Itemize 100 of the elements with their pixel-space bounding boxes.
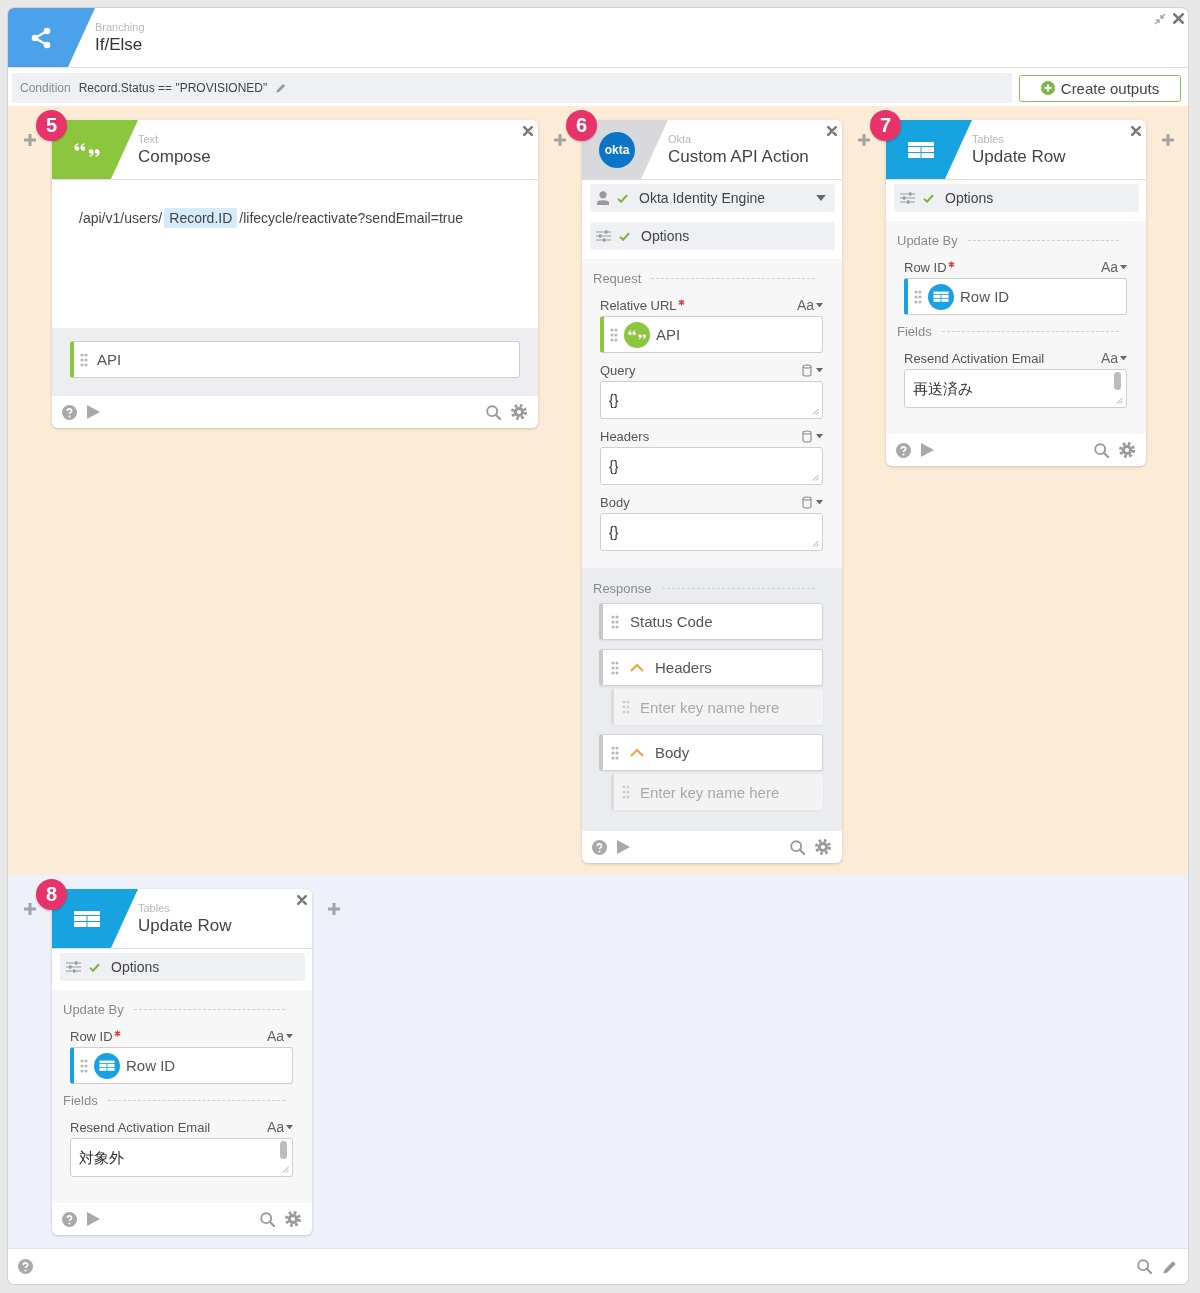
close-icon[interactable] <box>1131 126 1141 136</box>
text-input[interactable]: 再送済み <box>904 369 1127 408</box>
field-label: Body <box>600 494 630 510</box>
close-icon[interactable] <box>523 126 533 136</box>
caret-icon <box>816 367 823 373</box>
plus-icon[interactable] <box>857 133 871 147</box>
type-dropdown[interactable]: Aa <box>266 1119 293 1135</box>
output-item[interactable]: Headers <box>599 649 823 686</box>
cylinder-icon <box>802 495 812 509</box>
field-label: Row ID <box>904 259 947 275</box>
variable-token[interactable]: Record.ID <box>164 208 238 228</box>
settings-icon[interactable] <box>815 839 831 855</box>
json-input[interactable]: {} <box>600 513 823 551</box>
help-icon[interactable] <box>62 404 77 420</box>
person-icon <box>597 191 609 205</box>
plus-icon[interactable] <box>553 133 567 147</box>
search-icon[interactable] <box>486 404 501 420</box>
caret-icon <box>816 499 823 505</box>
key-name-input[interactable]: Enter key name here <box>611 689 823 725</box>
plus-icon[interactable] <box>327 902 341 916</box>
help-icon[interactable] <box>896 442 911 458</box>
play-icon[interactable] <box>87 1212 100 1226</box>
section-label: Fields <box>63 1092 98 1108</box>
plus-icon[interactable] <box>23 902 37 916</box>
settings-icon[interactable] <box>1119 442 1135 458</box>
section-label: Fields <box>897 323 932 339</box>
pencil-icon[interactable] <box>1163 1259 1177 1274</box>
play-icon[interactable] <box>87 405 100 419</box>
create-outputs-button[interactable]: Create outputs <box>1019 74 1181 102</box>
quote-marks-icon <box>73 141 101 158</box>
options-toggle[interactable]: Options <box>60 953 305 981</box>
resize-grip-icon[interactable] <box>812 408 819 415</box>
output-item[interactable]: Body <box>599 734 823 771</box>
key-name-input[interactable]: Enter key name here <box>611 774 823 810</box>
options-toggle[interactable]: Options <box>590 222 835 250</box>
json-input[interactable]: {} <box>600 447 823 485</box>
step-number-badge: 8 <box>36 879 67 910</box>
help-icon[interactable] <box>18 1259 33 1274</box>
resize-grip-icon[interactable] <box>812 474 819 481</box>
chevron-icon[interactable] <box>630 663 644 672</box>
cylinder-icon <box>802 429 812 443</box>
search-icon[interactable] <box>1137 1259 1152 1274</box>
search-icon[interactable] <box>1094 442 1109 458</box>
type-dropdown[interactable]: Aa <box>266 1028 293 1044</box>
settings-icon[interactable] <box>511 404 527 420</box>
condition-value: Record.Status == "PROVISIONED" <box>78 81 268 95</box>
plus-icon[interactable] <box>23 133 37 147</box>
close-icon[interactable] <box>297 895 307 905</box>
type-dropdown[interactable]: Aa <box>1100 350 1127 366</box>
resize-grip-icon[interactable] <box>1116 397 1123 404</box>
collapse-icon[interactable] <box>1154 13 1166 25</box>
text-editor[interactable]: /api/v1/users/ Record.ID /lifecycle/reactivate?sendEmail=true <box>52 180 538 328</box>
chevron-icon[interactable] <box>630 748 644 757</box>
type-dropdown[interactable]: Aa <box>796 297 823 313</box>
window-title: If/Else <box>95 34 143 55</box>
drag-handle-icon[interactable] <box>622 700 630 714</box>
options-toggle[interactable]: Options <box>894 184 1139 212</box>
sliders-icon <box>900 192 915 204</box>
drag-handle-icon[interactable] <box>914 289 922 304</box>
category-label: Okta <box>668 133 692 146</box>
drag-handle-icon[interactable] <box>610 327 618 342</box>
condition-label: Condition <box>20 81 71 95</box>
drag-handle-icon[interactable] <box>611 660 619 675</box>
drag-handle-icon[interactable] <box>80 1058 88 1073</box>
help-icon[interactable] <box>592 839 607 855</box>
close-icon[interactable] <box>827 126 837 136</box>
connection-dropdown[interactable]: Okta Identity Engine <box>590 184 835 212</box>
drag-handle-icon[interactable] <box>611 614 619 629</box>
close-icon[interactable] <box>1173 13 1184 24</box>
search-icon[interactable] <box>260 1211 275 1227</box>
type-dropdown[interactable]: Aa <box>1100 259 1127 275</box>
play-icon[interactable] <box>617 840 630 854</box>
token-input[interactable]: API <box>600 316 823 353</box>
help-icon[interactable] <box>62 1211 77 1227</box>
text-input[interactable]: 対象外 <box>70 1138 293 1177</box>
section-label: Response <box>593 580 652 596</box>
type-dropdown[interactable] <box>802 363 823 377</box>
section-label: Update By <box>897 232 958 248</box>
play-icon[interactable] <box>921 443 934 457</box>
pencil-icon[interactable] <box>276 83 287 93</box>
scrollbar[interactable] <box>280 1141 287 1159</box>
resize-grip-icon[interactable] <box>282 1166 289 1173</box>
token-input[interactable]: Row ID <box>904 278 1127 315</box>
type-dropdown[interactable] <box>802 495 823 509</box>
type-dropdown[interactable] <box>802 429 823 443</box>
drag-handle-icon[interactable] <box>611 745 619 760</box>
plus-icon[interactable] <box>1161 133 1175 147</box>
drag-handle-icon[interactable] <box>80 352 88 367</box>
cylinder-icon <box>802 363 812 377</box>
token-input[interactable]: Row ID <box>70 1047 293 1084</box>
drag-handle-icon[interactable] <box>622 785 630 799</box>
scrollbar[interactable] <box>1114 372 1121 390</box>
output-item[interactable]: Status Code <box>599 603 823 640</box>
settings-icon[interactable] <box>285 1211 301 1227</box>
resize-grip-icon[interactable] <box>812 540 819 547</box>
caret-icon <box>286 1033 293 1039</box>
search-icon[interactable] <box>790 839 805 855</box>
output-name-field[interactable]: API <box>70 341 520 378</box>
json-input[interactable]: {} <box>600 381 823 419</box>
sliders-icon <box>66 961 81 973</box>
